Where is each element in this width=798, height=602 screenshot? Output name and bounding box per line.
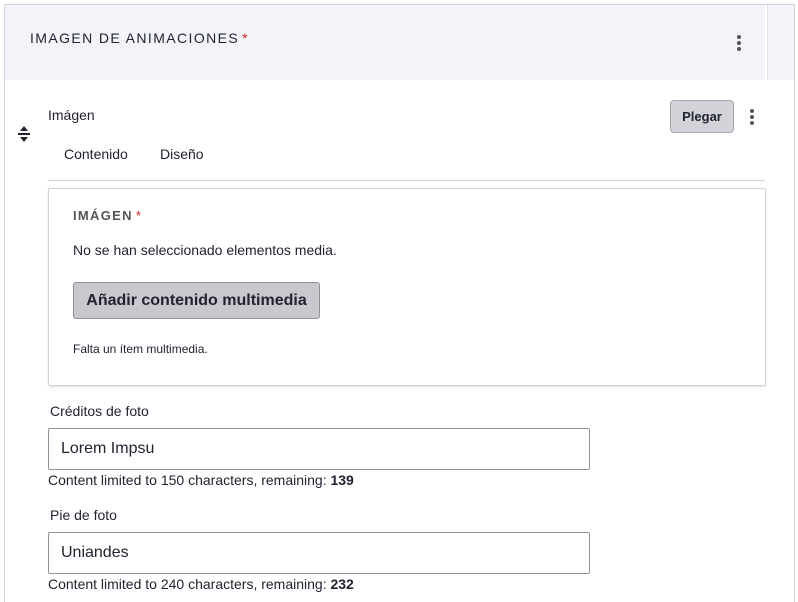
credits-input[interactable] (48, 428, 590, 470)
paragraph-section: IMAGEN DE ANIMACIONES * Imágen Plegar Con… (4, 4, 795, 602)
required-mark: * (135, 208, 143, 223)
collapse-button[interactable]: Plegar (670, 100, 734, 133)
section-header: IMAGEN DE ANIMACIONES * (5, 5, 765, 80)
required-mark: * (242, 30, 249, 46)
section-kebab-menu-icon[interactable] (733, 33, 745, 53)
section-title: IMAGEN DE ANIMACIONES * (30, 30, 249, 46)
caption-char-counter: Content limited to 240 characters, remai… (48, 576, 354, 592)
drag-handle-icon[interactable] (17, 125, 31, 143)
caption-label: Pie de foto (50, 507, 117, 523)
media-field-title: IMÁGEN * (73, 208, 143, 223)
add-media-button[interactable]: Añadir contenido multimedia (73, 282, 320, 319)
item-kebab-menu-icon[interactable] (746, 107, 758, 127)
tab-bar: Contenido Diseño (48, 143, 765, 181)
section-header-edge (767, 5, 794, 80)
item-label: Imágen (48, 107, 95, 123)
media-missing-message: Falta un ítem multimedia. (73, 342, 208, 356)
caption-remaining-count: 232 (330, 576, 354, 592)
tab-contenido[interactable]: Contenido (62, 146, 130, 162)
credits-char-counter: Content limited to 150 characters, remai… (48, 472, 354, 488)
tab-diseno[interactable]: Diseño (158, 146, 206, 162)
credits-remaining-count: 139 (330, 472, 354, 488)
caption-input[interactable] (48, 532, 590, 574)
media-empty-message: No se han seleccionado elementos media. (73, 242, 337, 258)
credits-label: Créditos de foto (50, 403, 149, 419)
media-field-card: IMÁGEN * No se han seleccionado elementos… (48, 188, 766, 386)
